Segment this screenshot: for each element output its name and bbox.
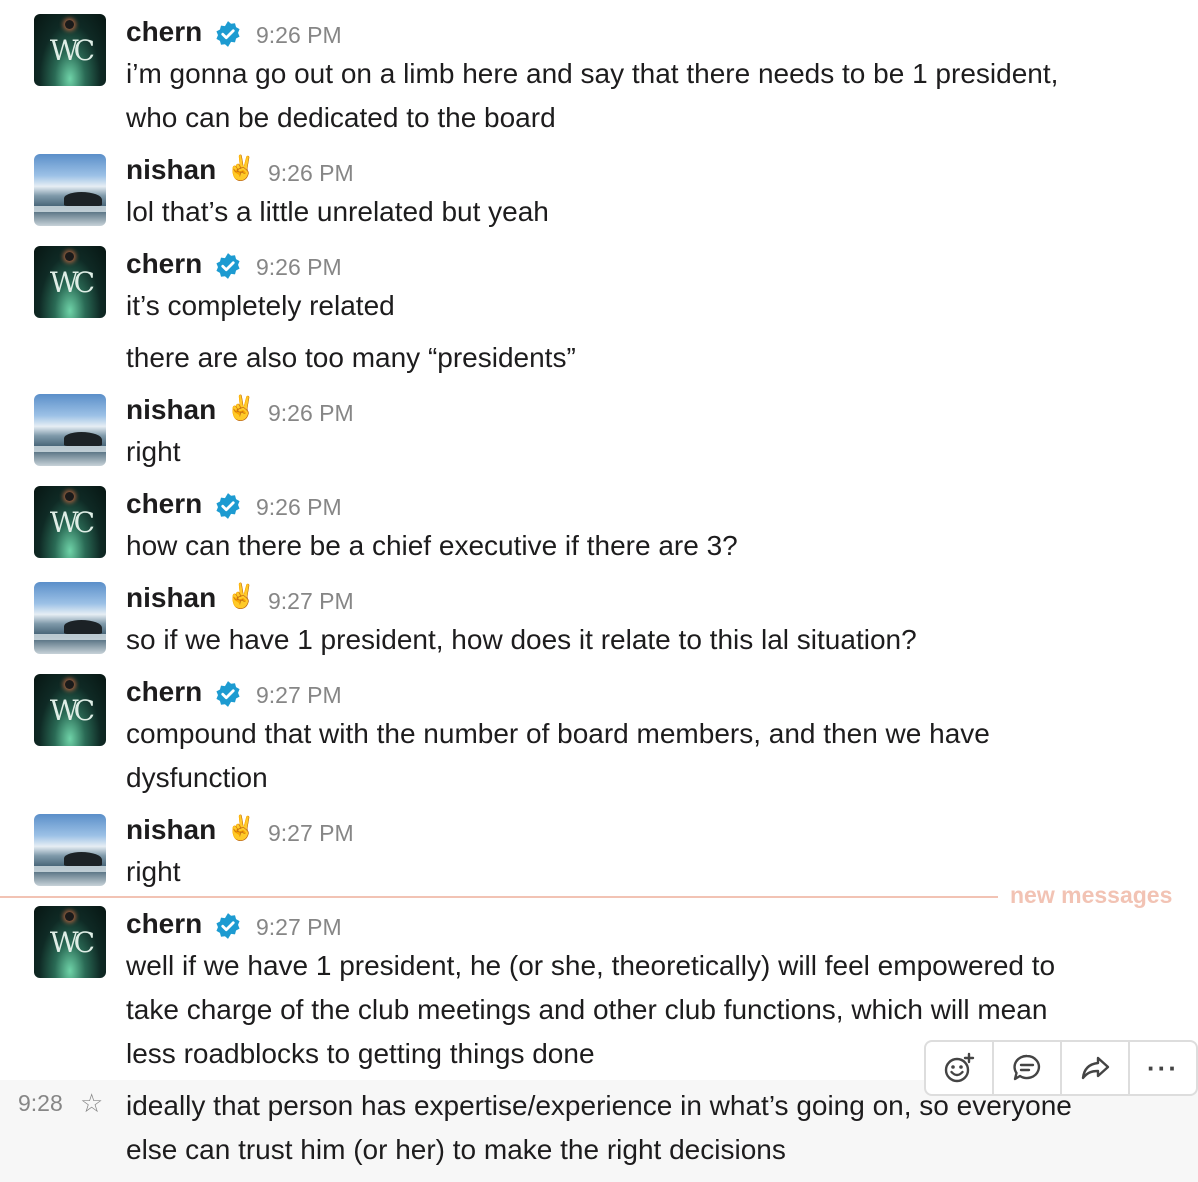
more-actions-button[interactable]: ··· [1130, 1042, 1196, 1094]
avatar-nishan[interactable] [34, 394, 106, 466]
message-text-followup: there are also too many “presidents” [126, 342, 576, 373]
message-timestamp[interactable]: 9:26 PM [256, 22, 342, 49]
message-text: lol that’s a little unrelated but yeah [126, 196, 549, 227]
new-messages-divider [0, 896, 998, 898]
message-timestamp[interactable]: 9:26 PM [256, 494, 342, 521]
author-name[interactable]: nishan [126, 582, 216, 614]
share-icon [1081, 1056, 1110, 1080]
victory-hand-icon: ✌️ [226, 395, 256, 422]
start-thread-button[interactable] [994, 1042, 1062, 1094]
message-text: compound that with the number of board m… [126, 718, 990, 793]
avatar-chern[interactable]: WC [34, 246, 106, 318]
message-actions-toolbar: ··· [924, 1040, 1198, 1096]
message-timestamp[interactable]: 9:26 PM [268, 400, 354, 427]
message-text: right [126, 436, 181, 467]
victory-hand-icon: ✌️ [226, 815, 256, 842]
message-text: it’s completely related [126, 290, 395, 321]
add-reaction-icon [944, 1052, 975, 1083]
hovered-message-text: ideally that person has expertise/experi… [126, 1090, 1072, 1165]
verified-badge-icon [216, 913, 240, 939]
message-text: how can there be a chief executive if th… [126, 530, 738, 561]
avatar-chern[interactable]: WC [34, 674, 106, 746]
avatar-nishan[interactable] [34, 154, 106, 226]
add-reaction-button[interactable] [926, 1042, 994, 1094]
avatar-nishan[interactable] [34, 582, 106, 654]
victory-hand-icon: ✌️ [226, 155, 256, 182]
message-timestamp[interactable]: 9:27 PM [256, 682, 342, 709]
author-name[interactable]: chern [126, 908, 202, 940]
more-icon: ··· [1147, 1052, 1179, 1083]
author-name[interactable]: chern [126, 16, 202, 48]
message-text: i’m gonna go out on a limb here and say … [126, 58, 1059, 133]
message-timestamp[interactable]: 9:26 PM [256, 254, 342, 281]
message-text: right [126, 856, 181, 887]
message-timestamp[interactable]: 9:27 PM [268, 588, 354, 615]
avatar-chern[interactable]: WC [34, 906, 106, 978]
author-name[interactable]: nishan [126, 394, 216, 426]
author-name[interactable]: chern [126, 248, 202, 280]
message-timestamp[interactable]: 9:27 PM [256, 914, 342, 941]
victory-hand-icon: ✌️ [226, 583, 256, 610]
hovered-message-timestamp[interactable]: 9:28 [18, 1090, 63, 1117]
avatar-chern[interactable]: WC [34, 486, 106, 558]
avatar-chern[interactable]: WC [34, 14, 106, 86]
new-messages-label: new messages [1010, 882, 1173, 908]
message-timestamp[interactable]: 9:26 PM [268, 160, 354, 187]
verified-badge-icon [216, 253, 240, 279]
verified-badge-icon [216, 21, 240, 47]
verified-badge-icon [216, 493, 240, 519]
message-timestamp[interactable]: 9:27 PM [268, 820, 354, 847]
thread-icon [1013, 1054, 1041, 1081]
author-name[interactable]: chern [126, 676, 202, 708]
author-name[interactable]: chern [126, 488, 202, 520]
author-name[interactable]: nishan [126, 814, 216, 846]
share-message-button[interactable] [1062, 1042, 1130, 1094]
author-name[interactable]: nishan [126, 154, 216, 186]
star-icon[interactable]: ☆ [80, 1088, 103, 1119]
verified-badge-icon [216, 681, 240, 707]
message-text: so if we have 1 president, how does it r… [126, 624, 917, 655]
avatar-nishan[interactable] [34, 814, 106, 886]
